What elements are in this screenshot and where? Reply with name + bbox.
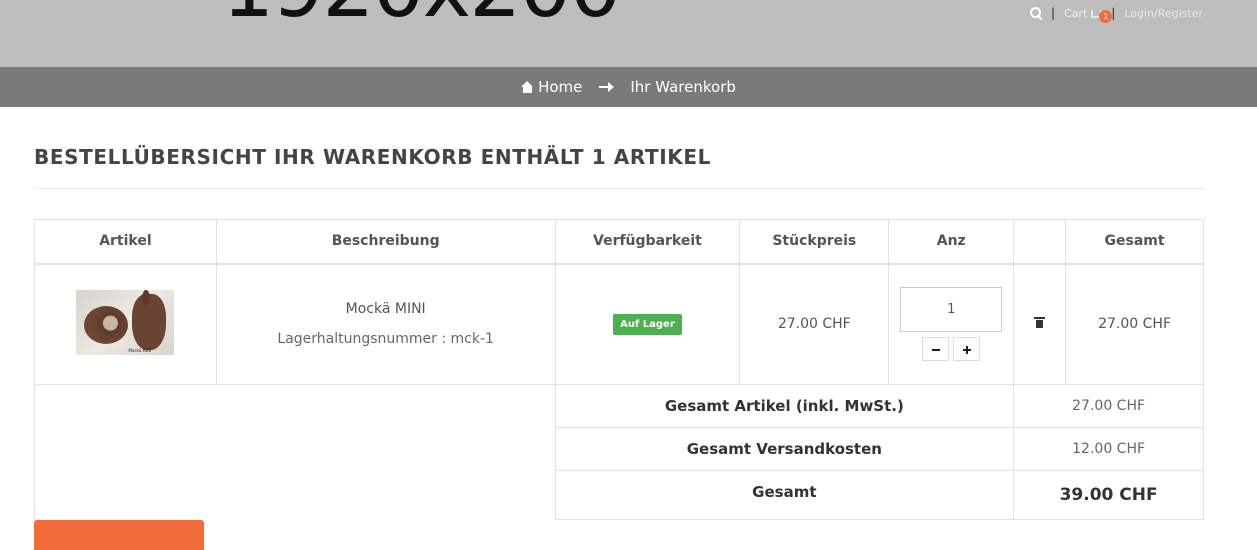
table-row: Mockä MINI Mockä MINI Lagerhaltungsnumme… xyxy=(34,263,1204,385)
search-icon[interactable] xyxy=(1029,7,1042,19)
nav-separator: | xyxy=(1111,6,1116,20)
home-icon xyxy=(521,81,534,93)
cart-link[interactable]: Cart 1 xyxy=(1064,6,1113,23)
product-name-link[interactable]: Mockä MINI xyxy=(217,301,555,317)
summary-total-value: 39.00 CHF xyxy=(1013,470,1204,520)
column-header-beschreibung: Beschreibung xyxy=(215,219,556,265)
quantity-input[interactable]: 1 xyxy=(900,287,1003,333)
availability-cell: Auf Lager xyxy=(554,263,741,385)
quantity-cell: 1 xyxy=(888,263,1015,385)
unit-price: 27.00 CHF xyxy=(739,263,890,385)
cart-table: Artikel Beschreibung Verfügbarkeit Stück… xyxy=(34,219,1204,520)
hero-banner: 1920x200 | Cart 1 | Login/Register xyxy=(0,0,1257,67)
line-total: 27.00 CHF xyxy=(1065,263,1204,385)
column-header-anz: Anz xyxy=(888,219,1015,265)
summary-total-label: Gesamt xyxy=(554,470,1015,520)
breadcrumb-home-link[interactable]: Home xyxy=(521,78,582,96)
top-nav: | Cart 1 | Login/Register xyxy=(1029,4,1203,23)
summary-items-label: Gesamt Artikel (inkl. MwSt.) xyxy=(554,384,1015,428)
cart-count-badge: 1 xyxy=(1099,9,1113,23)
column-header-actions xyxy=(1013,219,1067,265)
summary-spacer xyxy=(34,384,556,520)
divider xyxy=(34,188,1204,189)
cart-label: Cart xyxy=(1064,6,1088,20)
column-header-verfuegbarkeit: Verfügbarkeit xyxy=(554,219,741,265)
login-register-link[interactable]: Login/Register xyxy=(1124,7,1203,20)
status-badge: Auf Lager xyxy=(613,313,682,335)
checkout-button[interactable] xyxy=(34,520,204,550)
quantity-stepper xyxy=(889,337,1013,362)
delete-cell xyxy=(1013,263,1067,385)
trash-icon[interactable] xyxy=(1034,317,1046,329)
summary-shipping-label: Gesamt Versandkosten xyxy=(554,427,1015,471)
table-header-row: Artikel Beschreibung Verfügbarkeit Stück… xyxy=(34,219,1204,265)
column-header-artikel: Artikel xyxy=(34,219,217,265)
nav-separator: | xyxy=(1050,6,1056,20)
summary-row-items: Gesamt Artikel (inkl. MwSt.) 27.00 CHF xyxy=(34,384,1204,520)
product-image-egg xyxy=(84,305,129,344)
column-header-gesamt: Gesamt xyxy=(1065,219,1204,265)
arrow-right-icon xyxy=(599,82,615,92)
decrease-quantity-button[interactable] xyxy=(922,337,950,362)
increase-quantity-button[interactable] xyxy=(953,337,981,362)
product-description-cell: Mockä MINI Lagerhaltungsnummer : mck-1 xyxy=(215,263,556,385)
page-title: BESTELLÜBERSICHT IHR WARENKORB ENTHÄLT 1… xyxy=(34,145,711,169)
summary-shipping-value: 12.00 CHF xyxy=(1013,427,1204,471)
column-header-stueckpreis: Stückpreis xyxy=(739,219,890,265)
breadcrumb: Home Ihr Warenkorb xyxy=(0,67,1257,107)
product-sku: Lagerhaltungsnummer : mck-1 xyxy=(277,331,494,348)
product-image-caption: Mockä MINI xyxy=(128,347,152,353)
breadcrumb-current: Ihr Warenkorb xyxy=(630,78,736,96)
product-image-cell: Mockä MINI xyxy=(34,263,217,385)
summary-items-value: 27.00 CHF xyxy=(1013,384,1204,428)
breadcrumb-home-label: Home xyxy=(538,78,583,96)
hero-placeholder-text: 1920x200 xyxy=(222,0,622,30)
product-image[interactable]: Mockä MINI xyxy=(76,289,175,355)
